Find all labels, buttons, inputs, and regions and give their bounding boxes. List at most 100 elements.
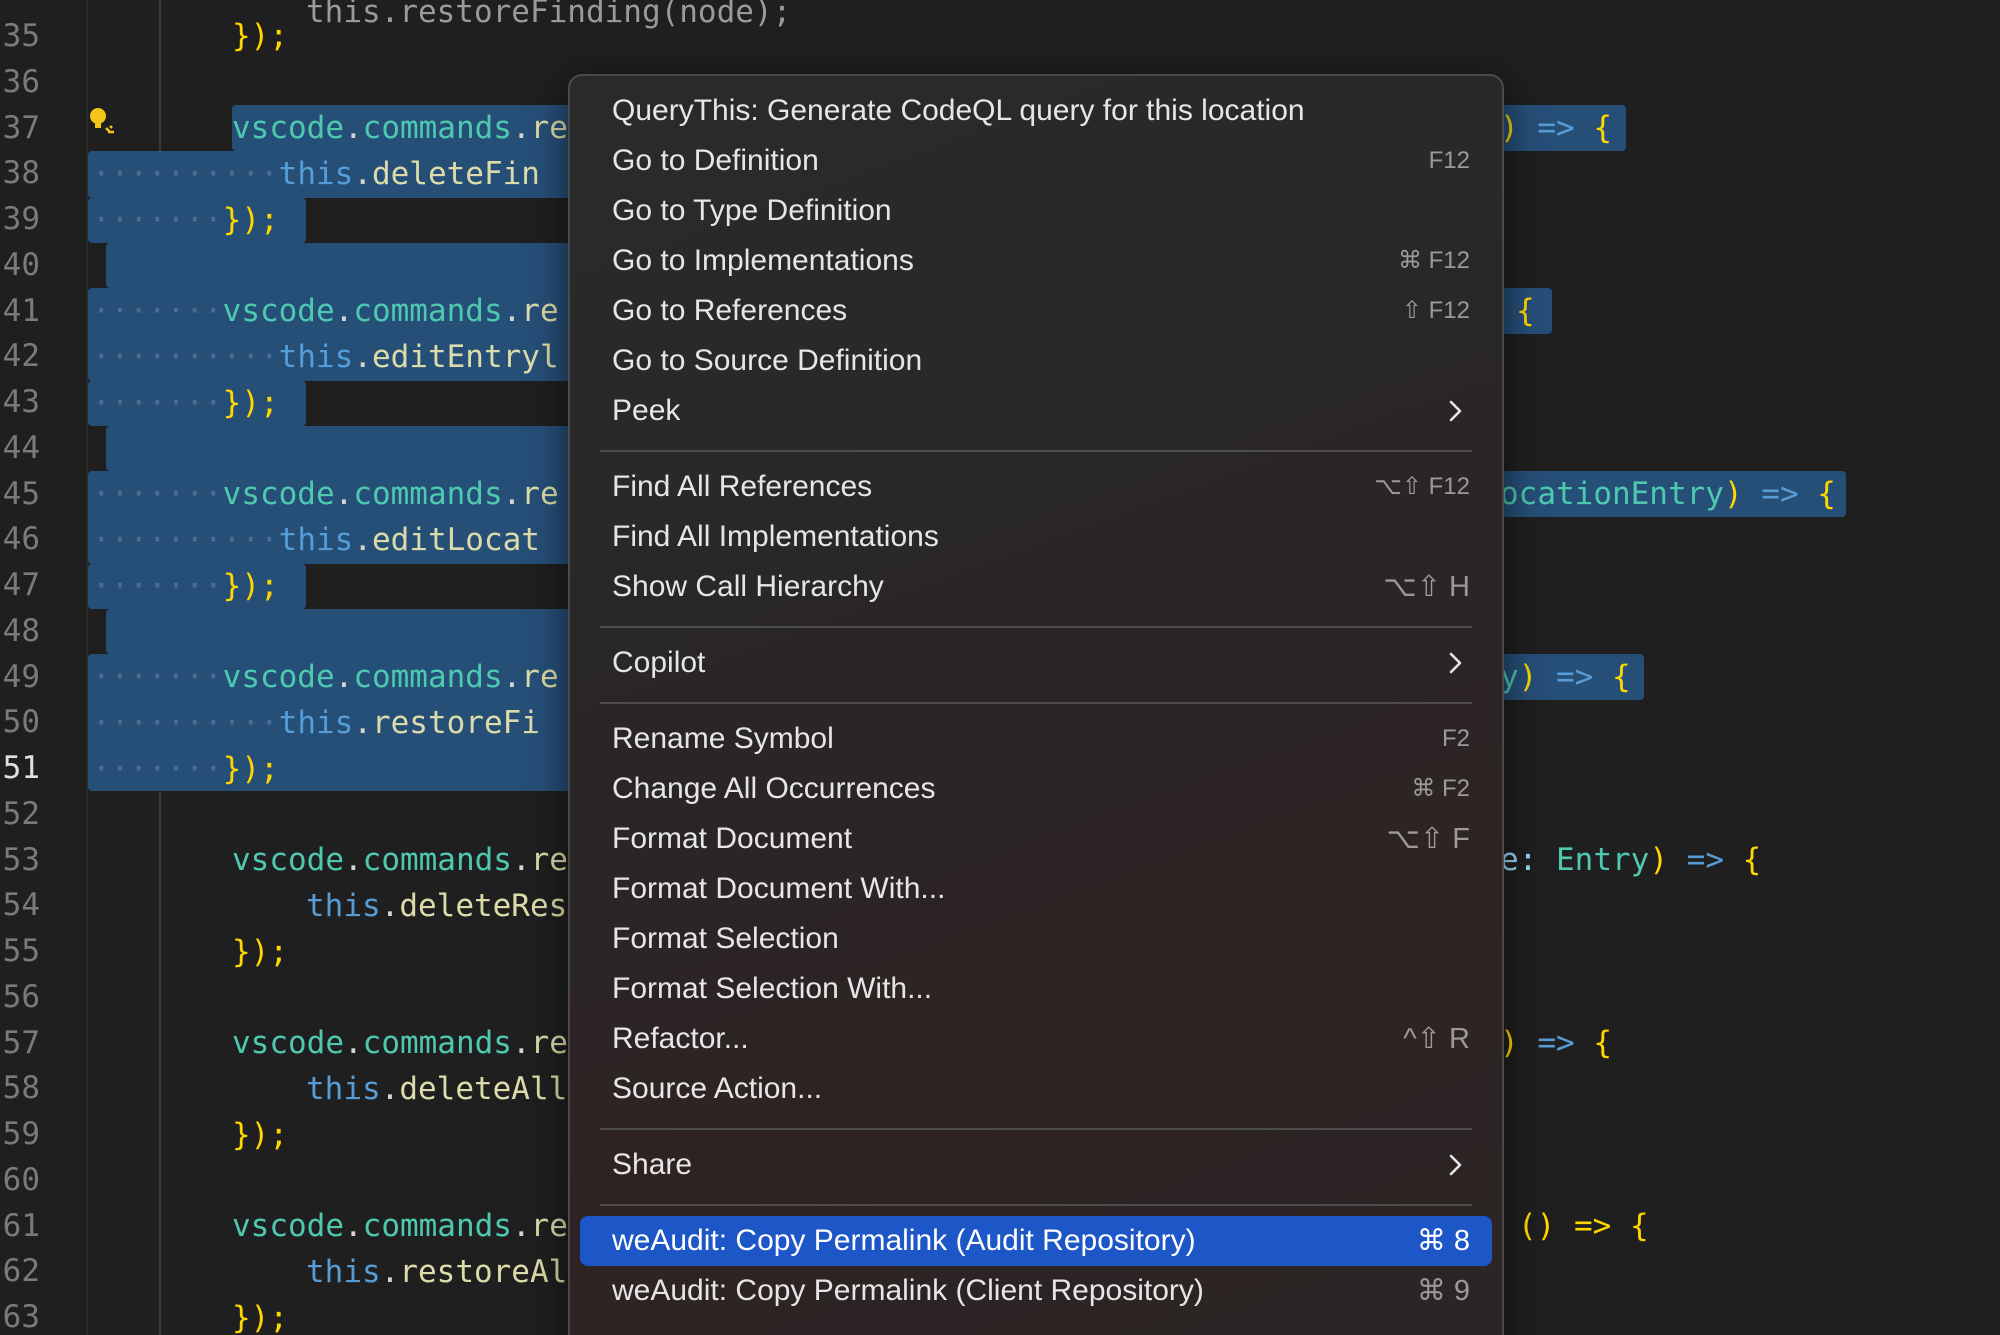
code-line-tail[interactable]: e: Entry) => { (1500, 837, 1761, 883)
line-number: 52 (2, 796, 40, 832)
menu-item-label: QueryThis: Generate CodeQL query for thi… (612, 94, 1305, 127)
code-line[interactable]: ·······}); (92, 563, 279, 609)
line-number: 43 (2, 384, 40, 420)
code-line-tail[interactable]: y) => { (1500, 654, 1631, 700)
code-line[interactable]: }); (232, 1112, 288, 1158)
code-line[interactable]: vscode.commands.re (232, 1020, 568, 1066)
menu-item-shortcut: ⌘ 9 (1416, 1275, 1470, 1307)
menu-item-shortcut: ⌥⇧ F (1386, 823, 1471, 855)
line-number: 37 (2, 110, 40, 146)
line-number: 50 (2, 704, 40, 740)
code-line[interactable]: this.restoreAl (306, 1249, 567, 1295)
menu-item-show-call-hierarchy[interactable]: Show Call Hierarchy ⌥⇧ H (580, 562, 1492, 612)
menu-item-rename-symbol[interactable]: Rename Symbol F2 (580, 714, 1492, 764)
line-number: 44 (2, 430, 40, 466)
menu-item-format-selection-with[interactable]: Format Selection With... (580, 964, 1492, 1014)
menu-separator (600, 626, 1472, 628)
code-line[interactable]: vscode.commands.re (232, 1203, 568, 1249)
line-number: 36 (2, 64, 40, 100)
menu-item-label: Format Document (612, 822, 853, 855)
menu-item-refactor[interactable]: Refactor... ^⇧ R (580, 1014, 1492, 1064)
code-line[interactable]: }); (232, 1295, 288, 1335)
menu-item-label: Share (612, 1148, 693, 1181)
menu-item-label: Format Document With... (612, 872, 946, 905)
menu-item-share[interactable]: Share (580, 1140, 1492, 1190)
chevron-right-icon (1449, 400, 1462, 422)
line-number: 53 (2, 842, 40, 878)
line-number: 54 (2, 887, 40, 923)
menu-item-label: Refactor... (612, 1022, 749, 1055)
code-line[interactable]: this.deleteAll (306, 1066, 567, 1112)
menu-item-shortcut: ⌘ F12 (1397, 247, 1470, 274)
menu-item-weaudit-copy-permalink-client[interactable]: weAudit: Copy Permalink (Client Reposito… (580, 1266, 1492, 1316)
code-line[interactable]: ·······}); (92, 380, 279, 426)
menu-item-label: Format Selection (612, 922, 839, 955)
menu-item-shortcut: ⌘ 8 (1416, 1225, 1470, 1257)
code-line-tail[interactable]: ) => { (1500, 105, 1612, 151)
code-line[interactable]: ·······vscode.commands.re (92, 288, 559, 334)
line-number: 51 (2, 750, 40, 786)
menu-item-label: Change All Occurrences (612, 772, 936, 805)
menu-item-weaudit-copy-permalink-audit[interactable]: weAudit: Copy Permalink (Audit Repositor… (580, 1216, 1492, 1266)
line-number: 42 (2, 338, 40, 374)
menu-item-shortcut: F2 (1441, 725, 1470, 752)
line-number: 35 (2, 18, 40, 54)
menu-item-format-document-with[interactable]: Format Document With... (580, 864, 1492, 914)
line-number: 57 (2, 1025, 40, 1061)
menu-separator (600, 1128, 1472, 1130)
menu-item-copilot[interactable]: Copilot (580, 638, 1492, 688)
menu-separator (600, 702, 1472, 704)
menu-item-label: Go to References (612, 294, 848, 327)
lightbulb-icon[interactable] (86, 104, 118, 138)
menu-item-change-all-occurrences[interactable]: Change All Occurrences ⌘ F2 (580, 764, 1492, 814)
code-line[interactable]: }); (232, 13, 288, 59)
line-number: 49 (2, 659, 40, 695)
code-line-tail[interactable]: ) => { (1500, 1020, 1612, 1066)
code-line[interactable]: vscode.commands.re (232, 837, 568, 883)
menu-item-format-selection[interactable]: Format Selection (580, 914, 1492, 964)
code-line[interactable]: ··········this.restoreFi (92, 700, 540, 746)
menu-item-find-all-references[interactable]: Find All References ⌥⇧ F12 (580, 462, 1492, 512)
menu-item-find-all-implementations[interactable]: Find All Implementations (580, 512, 1492, 562)
menu-item-format-document[interactable]: Format Document ⌥⇧ F (580, 814, 1492, 864)
code-line-tail[interactable]: { (1516, 288, 1535, 334)
menu-item-querythis[interactable]: QueryThis: Generate CodeQL query for thi… (580, 86, 1492, 136)
menu-item-source-action[interactable]: Source Action... (580, 1064, 1492, 1114)
menu-item-label: Find All Implementations (612, 520, 939, 553)
line-number: 46 (2, 521, 40, 557)
code-line[interactable]: ·······vscode.commands.re (92, 654, 559, 700)
menu-item-go-to-source-definition[interactable]: Go to Source Definition (580, 336, 1492, 386)
code-line[interactable]: ·······}); (92, 746, 279, 792)
menu-item-partial[interactable] (580, 1316, 1492, 1335)
menu-item-go-to-definition[interactable]: Go to Definition F12 (580, 136, 1492, 186)
code-line[interactable]: ··········this.editEntryl (92, 334, 559, 380)
line-number: 59 (2, 1116, 40, 1152)
menu-item-label: Source Action... (612, 1072, 823, 1105)
line-number: 41 (2, 293, 40, 329)
menu-item-go-to-implementations[interactable]: Go to Implementations ⌘ F12 (580, 236, 1492, 286)
code-line[interactable]: this.restoreFinding(node); (306, 0, 791, 35)
line-number: 48 (2, 613, 40, 649)
menu-item-label: Go to Type Definition (612, 194, 892, 227)
code-line[interactable]: vscode.commands.re (232, 105, 568, 151)
code-line[interactable]: ··········this.editLocat (92, 517, 540, 563)
code-line[interactable]: ··········this.deleteFin (92, 151, 540, 197)
code-line[interactable]: ·······}); (92, 197, 279, 243)
line-number: 63 (2, 1299, 40, 1335)
line-number: 62 (2, 1253, 40, 1289)
menu-item-go-to-references[interactable]: Go to References ⇧ F12 (580, 286, 1492, 336)
chevron-right-icon (1449, 1154, 1462, 1176)
menu-item-go-to-type-definition[interactable]: Go to Type Definition (580, 186, 1492, 236)
code-line[interactable]: this.deleteRes (306, 883, 567, 929)
line-number: 39 (2, 201, 40, 237)
line-number: 45 (2, 476, 40, 512)
code-line-tail[interactable]: () => { (1518, 1203, 1649, 1249)
menu-item-peek[interactable]: Peek (580, 386, 1492, 436)
code-line[interactable]: ·······vscode.commands.re (92, 471, 559, 517)
line-number: 55 (2, 933, 40, 969)
code-line-tail[interactable]: ocationEntry) => { (1500, 471, 1836, 517)
code-line[interactable]: }); (232, 929, 288, 975)
context-menu: QueryThis: Generate CodeQL query for thi… (568, 74, 1504, 1335)
menu-item-shortcut: F12 (1428, 147, 1470, 174)
menu-item-label: Go to Definition (612, 144, 819, 177)
